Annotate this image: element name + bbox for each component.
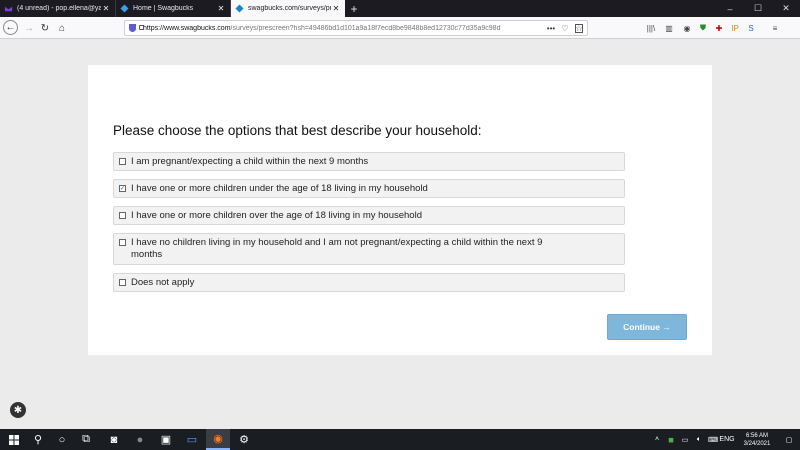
app-menu-icon[interactable]: ≡ [768,20,782,36]
tab-yahoo-mail[interactable]: (4 unread) - pop.ellena@yahoo ✕ [0,0,115,17]
clock-date: 3/24/2021 [743,441,771,447]
shield-icon[interactable] [129,24,136,32]
tab-swagbucks-survey[interactable]: swagbucks.com/surveys/prescre ✕ [230,0,345,17]
tab-title: swagbucks.com/surveys/prescre [248,5,331,12]
taskbar: ⚲ ○ ⧉ ◙ ● ▣ ▭ ◉ ⚙ ˄ ◼ ▭ 🔈︎ ⌨ ENG 6:56 AM… [0,429,800,450]
checkbox-checked[interactable]: ✓ [119,185,126,192]
task-view-icon[interactable]: ⧉ [74,429,98,450]
yahoo-mail-icon [4,6,13,12]
maximize-button[interactable]: ☐ [744,0,772,17]
survey-option[interactable]: I am pregnant/expecting a child within t… [113,152,625,171]
tab-close-icon[interactable]: ✕ [216,4,226,13]
option-label: I have no children living in my househol… [131,237,543,260]
url-text: https://www.swagbucks.com/surveys/prescr… [143,25,571,32]
checkbox[interactable] [119,158,126,165]
option-label: I have one or more children under the ag… [131,183,428,194]
settings-gear-icon[interactable]: ⚙ [232,429,256,450]
extension-red-icon[interactable]: ✚ [712,20,726,36]
network-icon[interactable]: ▭ [678,429,692,450]
clock[interactable]: 6:56 AM 3/24/2021 [736,432,778,448]
clock-time: 6:56 AM [745,433,768,439]
pocket-icon[interactable]: ♡ [558,20,572,36]
lock-icon[interactable] [139,25,144,30]
survey-question: Please choose the options that best desc… [113,123,482,138]
survey-option[interactable]: I have one or more children over the age… [113,206,625,225]
adblock-shield-icon[interactable]: ⛊ [696,20,710,36]
home-button[interactable]: ⌂ [54,20,70,36]
extension-s-icon[interactable]: S [744,20,758,36]
windows-start-icon[interactable] [2,429,26,450]
url-host: https://www.swagbucks.com [143,24,231,32]
survey-option[interactable]: I have no children living in my househol… [113,233,625,265]
library-icon[interactable]: |||\ [644,20,658,36]
firefox-icon[interactable]: ◉ [206,429,230,450]
checkbox[interactable] [119,239,126,246]
option-label: Does not apply [131,277,195,288]
swagbucks-icon [120,4,129,13]
sidebar-icon[interactable]: ▥ [662,20,676,36]
survey-option[interactable]: Does not apply [113,273,625,292]
checkbox[interactable] [119,279,126,286]
accessibility-icon[interactable]: ✱ [10,402,26,418]
survey-option[interactable]: ✓ I have one or more children under the … [113,179,625,198]
close-window-button[interactable]: ✕ [772,0,800,17]
reload-button[interactable]: ↻ [37,20,53,36]
file-explorer-icon[interactable]: ▭ [180,429,204,450]
tab-close-icon[interactable]: ✕ [101,4,111,13]
option-label: I have one or more children over the age… [131,210,422,221]
media-app-icon[interactable]: ● [128,429,152,450]
new-tab-button[interactable]: + [345,0,363,17]
extension-ip-icon[interactable]: IP [728,20,742,36]
bookmark-star-icon[interactable]: ☆ [572,20,586,36]
tray-app-icon[interactable]: ◼ [664,429,678,450]
tab-title: (4 unread) - pop.ellena@yahoo [17,5,101,12]
swagbucks-icon [235,4,244,13]
more-actions-icon[interactable]: ••• [544,20,558,36]
camera-app-icon[interactable]: ◙ [102,429,126,450]
checkbox[interactable] [119,212,126,219]
notifications-icon[interactable]: ▢ [782,429,796,450]
back-button[interactable]: ← [3,20,18,35]
language-indicator[interactable]: ENG [718,429,736,450]
tab-title: Home | Swagbucks [133,5,194,12]
chevron-up-icon[interactable]: ˄ [652,429,662,450]
tab-close-icon[interactable]: ✕ [331,4,341,13]
volume-icon[interactable]: 🔈︎ [692,429,706,450]
account-icon[interactable]: ◉ [680,20,694,36]
photos-app-icon[interactable]: ▣ [154,429,178,450]
minimize-button[interactable]: – [716,0,744,17]
search-icon[interactable]: ⚲ [26,429,50,450]
address-bar[interactable]: https://www.swagbucks.com/surveys/prescr… [124,20,588,36]
cortana-icon[interactable]: ○ [50,429,74,450]
tab-strip: (4 unread) - pop.ellena@yahoo ✕ Home | S… [0,0,800,17]
forward-button[interactable]: → [21,20,37,36]
option-label: I am pregnant/expecting a child within t… [131,156,369,167]
navigation-bar: ← → ↻ ⌂ https://www.swagbucks.com/survey… [0,17,800,39]
tab-swagbucks-home[interactable]: Home | Swagbucks ✕ [115,0,230,17]
continue-button[interactable]: Continue → [607,314,687,340]
url-path: /surveys/prescreen?hsh=49486bd1d101a9a18… [230,24,501,32]
survey-card: Please choose the options that best desc… [88,65,712,355]
